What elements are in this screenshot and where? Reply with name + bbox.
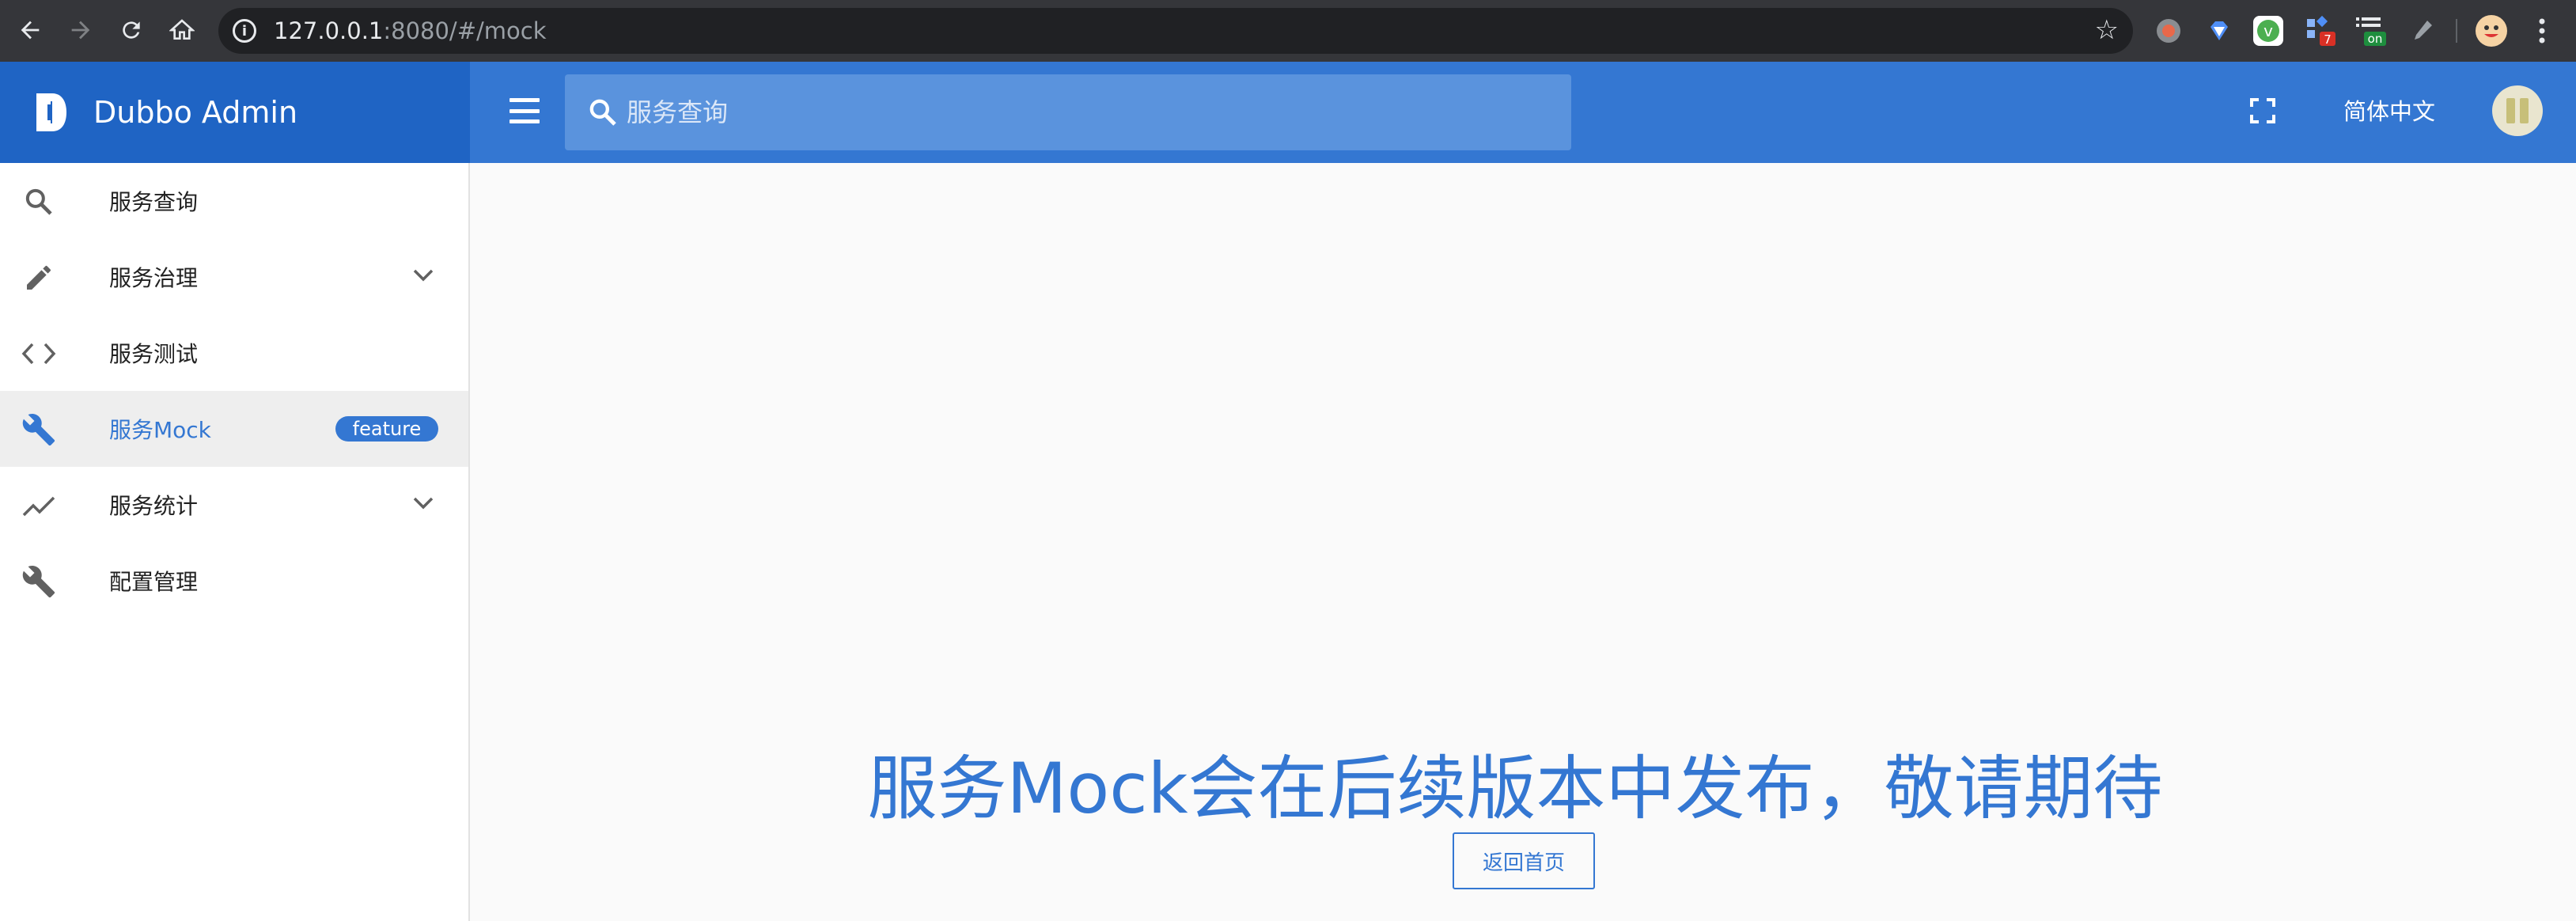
sidebar-item-service-mock[interactable]: 服务Mock feature: [0, 391, 468, 467]
sidebar: 服务查询 服务治理 服务测试 服务Mock feature 服务统计 配置管理: [0, 163, 470, 921]
url-text: 127.0.0.1:8080/#/mock: [274, 17, 547, 44]
reload-icon[interactable]: [112, 11, 150, 49]
wrench-icon: [21, 411, 57, 448]
sidebar-item-label: 服务查询: [109, 189, 199, 215]
wrench-icon: [21, 563, 57, 600]
app-brand: Dubbo Admin: [0, 62, 470, 163]
dubbo-logo-icon: [32, 92, 68, 133]
search-icon: [587, 97, 619, 128]
bookmark-star-icon[interactable]: ☆: [2095, 14, 2119, 46]
sidebar-item-label: 服务统计: [109, 493, 199, 519]
extension-diamond-icon[interactable]: [2203, 14, 2236, 47]
extension-vue-icon[interactable]: v: [2252, 14, 2285, 47]
profile-avatar-icon[interactable]: [2475, 14, 2508, 47]
language-switcher[interactable]: 简体中文: [2343, 93, 2435, 127]
pencil-icon: [21, 260, 57, 296]
sidebar-item-label: 服务Mock: [109, 417, 211, 443]
extension-apps-icon[interactable]: 7: [2304, 14, 2337, 47]
sidebar-item-service-governance[interactable]: 服务治理: [0, 239, 468, 315]
browser-toolbar: i 127.0.0.1:8080/#/mock ☆ v 7 on: [0, 0, 2576, 62]
sidebar-item-config-management[interactable]: 配置管理: [0, 543, 468, 619]
extension-record-icon[interactable]: [2152, 14, 2185, 47]
address-bar[interactable]: i 127.0.0.1:8080/#/mock ☆: [218, 8, 2133, 54]
svg-text:7: 7: [2324, 32, 2332, 47]
sidebar-item-service-test[interactable]: 服务测试: [0, 315, 468, 391]
toolbar-divider: [2456, 19, 2457, 43]
menu-toggle-icon[interactable]: [510, 98, 540, 123]
home-icon[interactable]: [163, 11, 201, 49]
browser-menu-icon[interactable]: [2525, 14, 2559, 47]
site-info-icon[interactable]: i: [233, 19, 256, 43]
search-icon: [21, 184, 57, 220]
fullscreen-icon[interactable]: [2250, 98, 2275, 123]
sidebar-item-service-statistics[interactable]: 服务统计: [0, 467, 468, 543]
forward-icon[interactable]: [62, 11, 100, 49]
chevron-down-icon: [411, 494, 435, 513]
code-icon: [21, 335, 57, 372]
sidebar-item-label: 配置管理: [109, 569, 199, 595]
user-avatar[interactable]: [2492, 85, 2543, 136]
extension-dropper-icon[interactable]: [2405, 14, 2438, 47]
search-box[interactable]: [565, 74, 1571, 150]
sidebar-item-label: 服务测试: [109, 341, 199, 367]
extension-toggle-icon[interactable]: on: [2354, 14, 2388, 47]
trend-icon: [21, 487, 57, 524]
search-input[interactable]: [627, 89, 1529, 136]
feature-badge: feature: [335, 416, 438, 442]
app-toolbar: 简体中文: [470, 62, 2576, 163]
chevron-down-icon: [411, 266, 435, 285]
sidebar-item-service-search[interactable]: 服务查询: [0, 163, 468, 239]
app-title: Dubbo Admin: [93, 95, 298, 130]
back-icon[interactable]: [11, 11, 49, 49]
svg-text:v: v: [2263, 21, 2273, 40]
sidebar-item-label: 服务治理: [109, 265, 199, 291]
back-home-button[interactable]: 返回首页: [1453, 832, 1595, 889]
svg-text:on: on: [2368, 32, 2383, 46]
coming-soon-message: 服务Mock会在后续版本中发布，敬请期待: [867, 748, 2163, 829]
